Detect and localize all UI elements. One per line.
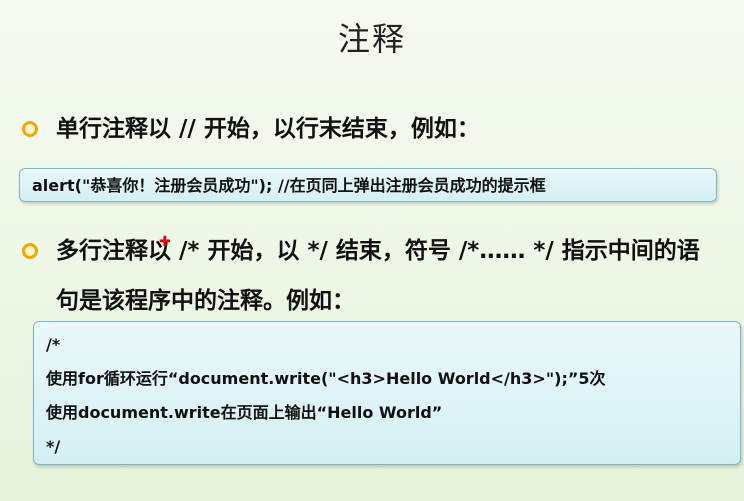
code-line: 使用document.write在页面上输出“Hello World” bbox=[46, 403, 443, 422]
bullet-multi-line-comment: 多行注释以 /* 开始，以 */ 结束，符号 /*…… */ 指示中间的语句是该… bbox=[22, 226, 722, 326]
code-line: alert("恭喜你！注册会员成功"); //在页同上弹出注册会员成功的提示框 bbox=[32, 176, 546, 195]
code-line: 使用for循环运行“document.write("<h3>Hello Worl… bbox=[46, 369, 606, 388]
pointer-cursor-icon: ✚ bbox=[159, 234, 171, 250]
bullet-text: 多行注释以 /* 开始，以 */ 结束，符号 /*…… */ 指示中间的语句是该… bbox=[56, 238, 700, 314]
bullet-icon bbox=[22, 121, 38, 137]
bullet-single-line-comment: 单行注释以 // 开始，以行末结束，例如： bbox=[22, 104, 480, 154]
code-line: */ bbox=[46, 437, 61, 456]
slide-title: 注释 bbox=[337, 20, 406, 58]
code-line: /* bbox=[46, 335, 61, 354]
bullet-text: 单行注释以 // 开始，以行末结束，例如： bbox=[56, 116, 480, 142]
bullet-icon bbox=[22, 243, 38, 259]
code-box-single-line: alert("恭喜你！注册会员成功"); //在页同上弹出注册会员成功的提示框 bbox=[19, 168, 717, 202]
code-box-multi-line: /* 使用for循环运行“document.write("<h3>Hello W… bbox=[33, 321, 741, 465]
